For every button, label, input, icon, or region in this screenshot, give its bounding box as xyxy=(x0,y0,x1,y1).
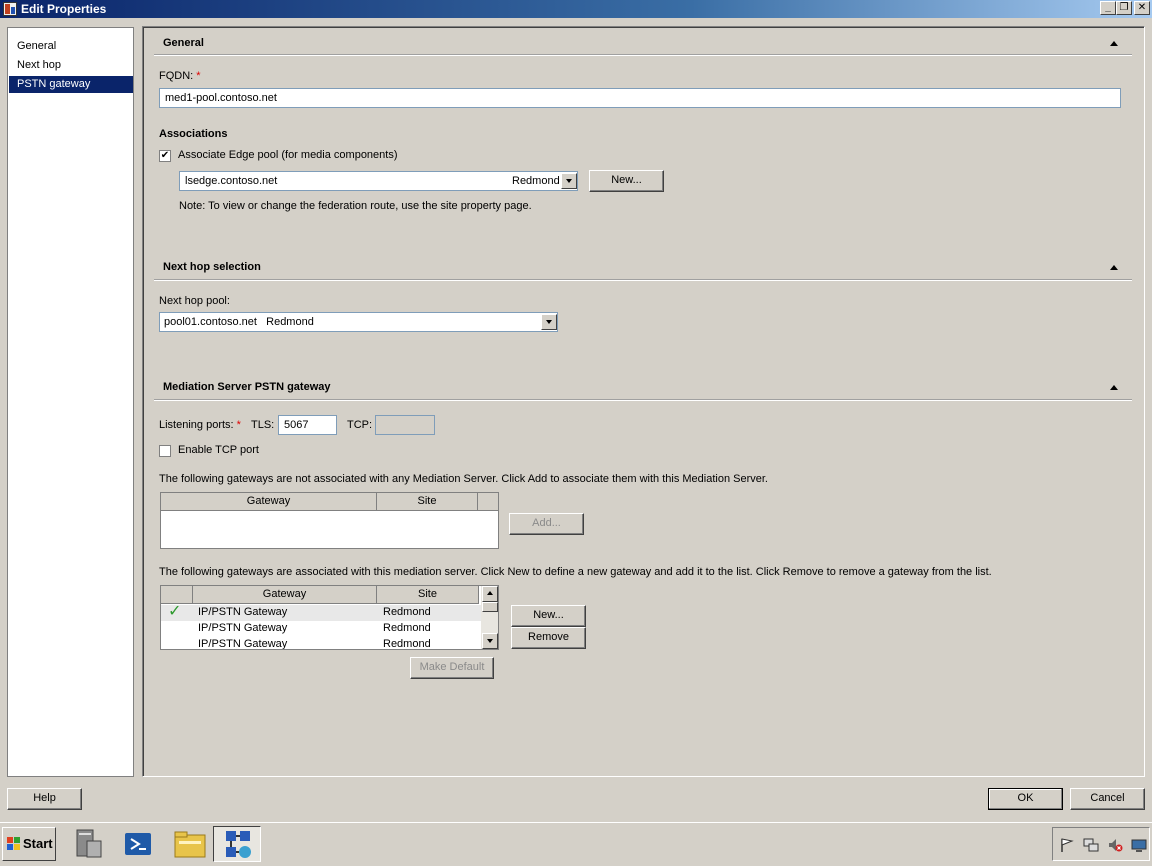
default-check-icon: ✓ xyxy=(168,603,182,620)
federation-note: Note: To view or change the federation r… xyxy=(179,200,532,212)
listening-ports-label: Listening ports: * xyxy=(159,419,241,431)
section-divider xyxy=(154,279,1132,281)
close-button[interactable]: ✕ xyxy=(1134,1,1150,15)
table-row[interactable]: IP/PSTN Gateway Redmond xyxy=(161,637,481,650)
collapse-general-icon[interactable] xyxy=(1110,41,1118,46)
remove-gateway-button[interactable]: Remove xyxy=(511,627,586,649)
explorer-folder-icon[interactable] xyxy=(166,826,214,862)
new-gateway-button[interactable]: New... xyxy=(511,605,586,627)
table-row[interactable]: ✓ IP/PSTN Gateway Redmond xyxy=(161,603,481,621)
associate-edge-checkbox[interactable]: ✔ xyxy=(159,150,171,162)
nav-item-next-hop[interactable]: Next hop xyxy=(9,57,133,74)
flag-icon[interactable] xyxy=(1059,837,1075,853)
taskbar: Start xyxy=(0,822,1152,864)
cancel-button[interactable]: Cancel xyxy=(1070,788,1145,810)
powershell-icon[interactable] xyxy=(114,826,162,862)
associate-edge-label: Associate Edge pool (for media component… xyxy=(178,149,398,161)
site-cell: Redmond xyxy=(383,622,431,634)
scroll-thumb[interactable] xyxy=(482,602,498,612)
table-row[interactable]: IP/PSTN Gateway Redmond xyxy=(161,621,481,637)
enable-tcp-label: Enable TCP port xyxy=(178,444,259,456)
display-icon[interactable] xyxy=(1131,837,1147,853)
make-default-button[interactable]: Make Default xyxy=(410,657,494,679)
scroll-down-icon[interactable] xyxy=(482,633,498,649)
window-title: Edit Properties xyxy=(21,2,107,16)
section-title-pstn: Mediation Server PSTN gateway xyxy=(163,381,331,393)
vertical-scrollbar[interactable] xyxy=(481,586,498,649)
start-button[interactable]: Start xyxy=(2,827,56,861)
system-tray xyxy=(1052,827,1150,861)
section-divider xyxy=(154,54,1132,56)
gateway-cell: IP/PSTN Gateway xyxy=(198,622,288,634)
title-bar[interactable]: Edit Properties _ ❐ ✕ xyxy=(0,0,1152,18)
help-button[interactable]: Help xyxy=(7,788,82,810)
gateway-cell: IP/PSTN Gateway xyxy=(198,638,288,650)
site-cell: Redmond xyxy=(383,606,431,618)
tcp-port-input[interactable] xyxy=(375,415,435,435)
column-header-gateway[interactable]: Gateway xyxy=(161,493,377,511)
nav-item-general[interactable]: General xyxy=(9,38,133,55)
topology-builder-icon[interactable] xyxy=(213,826,261,862)
server-manager-icon[interactable] xyxy=(62,826,110,862)
section-title-general: General xyxy=(163,37,204,49)
section-title-next-hop: Next hop selection xyxy=(163,261,261,273)
column-header-gateway[interactable]: Gateway xyxy=(193,586,377,604)
associations-heading: Associations xyxy=(159,128,228,140)
chevron-down-icon[interactable] xyxy=(561,173,577,189)
windows-logo-icon xyxy=(7,837,20,850)
column-header-site[interactable]: Site xyxy=(377,493,478,511)
minimize-button[interactable]: _ xyxy=(1100,1,1116,15)
next-hop-pool-combobox[interactable]: pool01.contoso.net Redmond xyxy=(159,312,558,332)
tls-label: TLS: xyxy=(251,419,275,431)
column-header-default xyxy=(161,586,193,604)
speaker-muted-icon[interactable] xyxy=(1107,837,1123,853)
associated-gateways-grid[interactable]: Gateway Site ✓ IP/PSTN Gateway Redmond I… xyxy=(160,585,499,650)
gateway-cell: IP/PSTN Gateway xyxy=(198,606,288,618)
column-header-blank xyxy=(478,493,498,511)
required-mark: * xyxy=(236,419,241,431)
app-icon xyxy=(3,2,17,16)
next-hop-pool-label: Next hop pool: xyxy=(159,295,230,307)
tls-port-input[interactable]: 5067 xyxy=(278,415,337,435)
edge-pool-site: Redmond xyxy=(512,175,560,187)
collapse-pstn-icon[interactable] xyxy=(1110,385,1118,390)
content-panel xyxy=(142,26,1145,777)
enable-tcp-checkbox[interactable] xyxy=(159,445,171,457)
column-header-site[interactable]: Site xyxy=(377,586,479,604)
fqdn-label: FQDN: * xyxy=(159,70,201,82)
add-gateway-button[interactable]: Add... xyxy=(509,513,584,535)
next-hop-pool-value: pool01.contoso.net Redmond xyxy=(164,316,314,328)
edge-pool-combobox[interactable]: lsedge.contoso.net Redmond xyxy=(179,171,578,191)
fqdn-input[interactable]: med1-pool.contoso.net xyxy=(159,88,1121,108)
edge-new-button[interactable]: New... xyxy=(589,170,664,192)
scroll-up-icon[interactable] xyxy=(482,586,498,602)
tcp-label: TCP: xyxy=(347,419,373,431)
collapse-next-hop-icon[interactable] xyxy=(1110,265,1118,270)
checkmark-icon: ✔ xyxy=(160,150,170,161)
restore-button[interactable]: ❐ xyxy=(1116,1,1132,15)
associated-gateways-text: The following gateways are associated wi… xyxy=(159,566,992,578)
nav-panel: General Next hop PSTN gateway xyxy=(7,27,134,777)
section-divider xyxy=(154,399,1132,401)
chevron-down-icon[interactable] xyxy=(541,314,557,330)
edge-pool-value: lsedge.contoso.net xyxy=(185,175,278,187)
start-label: Start xyxy=(23,836,53,851)
ok-button[interactable]: OK xyxy=(988,788,1063,810)
site-cell: Redmond xyxy=(383,638,431,650)
unassociated-gateways-text: The following gateways are not associate… xyxy=(159,473,768,485)
required-mark: * xyxy=(196,70,201,82)
unassociated-gateways-grid[interactable]: Gateway Site xyxy=(160,492,499,549)
nav-item-pstn-gateway[interactable]: PSTN gateway xyxy=(9,76,133,93)
network-icon[interactable] xyxy=(1083,837,1099,853)
